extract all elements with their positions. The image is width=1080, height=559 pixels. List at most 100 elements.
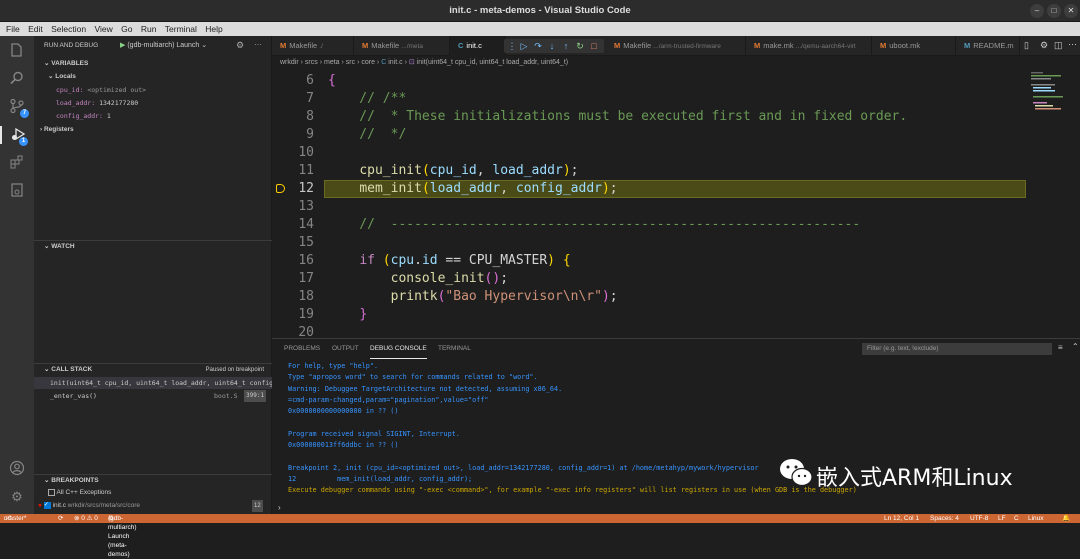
tab-readme[interactable]: M README.m [956,36,1020,56]
problems-indicator[interactable]: ⊗ 0 ⚠ 0 [74,514,98,523]
tab-debug-console[interactable]: DEBUG CONSOLE [370,339,427,359]
minimize-button[interactable]: – [1030,4,1044,18]
code-line[interactable]: 14 // ----------------------------------… [272,216,1080,234]
drag-handle-icon[interactable]: ⋮ [506,39,518,53]
code-line[interactable]: 7 // /** [272,90,1080,108]
continue-icon[interactable]: ▷ [518,39,530,53]
menu-terminal[interactable]: Terminal [165,22,197,36]
sync-icon[interactable]: ⟳ [58,514,63,523]
variables-header[interactable]: ⌄ VARIABLES [34,58,272,70]
menu-go[interactable]: Go [121,22,132,36]
extensions-icon[interactable] [8,154,26,172]
launch-config-select[interactable]: ▶ (gdb-multiarch) Launch ⌄ [120,40,230,52]
remote-explorer-icon[interactable] [8,182,26,200]
close-button[interactable]: ✕ [1064,4,1078,18]
breadcrumb-item[interactable]: wrkdir [280,59,299,66]
menu-selection[interactable]: Selection [51,22,86,36]
menu-view[interactable]: View [94,22,112,36]
breakpoint-item[interactable]: ● ✓ init.c wrkdir/srcs/meta/src/core 12 [34,500,272,512]
tab-init-c[interactable]: Cinit.c [450,36,506,56]
menu-edit[interactable]: Edit [28,22,43,36]
code-line[interactable]: 16 if (cpu.id == CPU_MASTER) { [272,252,1080,270]
account-icon[interactable] [8,460,26,478]
step-over-icon[interactable]: ↷ [532,39,544,53]
code-line[interactable]: 17 console_init(); [272,270,1080,288]
breadcrumb-item[interactable]: init.c [388,59,402,66]
breadcrumb-item[interactable]: core [361,59,375,66]
checkbox[interactable] [48,488,55,496]
code-line[interactable]: 18 printk("Bao Hypervisor\n\r"); [272,288,1080,306]
step-into-icon[interactable]: ↓ [546,39,558,53]
indentation[interactable]: Spaces: 4 [930,514,959,523]
restart-icon[interactable]: ↻ [574,39,586,53]
checkbox-checked[interactable]: ✓ [43,501,51,509]
locals-scope[interactable]: ⌄ Locals [34,71,272,83]
tab-makefile-atf[interactable]: M Makefile .../arm-trusted-firmware [606,36,746,56]
variable-row[interactable]: load_addr: 1342177280 [34,97,272,109]
cursor-position[interactable]: Ln 12, Col 1 [884,514,919,523]
watch-header[interactable]: ⌄ WATCH [34,240,272,252]
variable-row[interactable]: cpu_id: <optimized out> [34,84,272,96]
explorer-icon[interactable] [8,42,26,60]
encoding[interactable]: UTF-8 [970,514,988,523]
debug-badge: 1 [19,137,28,146]
minimap[interactable] [1027,70,1080,130]
tab-makefile-meta[interactable]: M Makefile .../meta [354,36,450,56]
language-mode[interactable]: C [1014,514,1019,523]
stack-frame[interactable]: init(uint64_t cpu_id, uint64_t load_addr… [34,377,272,389]
tab-output[interactable]: OUTPUT [332,339,359,359]
menu-run[interactable]: Run [141,22,157,36]
notifications-icon[interactable]: 🔔 [1062,514,1070,523]
code-editor[interactable]: 6{7 // /** 8 // * These initializations m… [272,70,1080,338]
code-line[interactable]: 13 [272,198,1080,216]
more-icon[interactable]: ⋯ [1068,39,1077,50]
code-line[interactable]: 8 // * These initializations must be exe… [272,108,1080,126]
settings-gear-icon[interactable]: ⚙ [8,488,26,506]
console-line: Program received signal SIGINT, Interrup… [288,429,460,438]
breakpoints-header[interactable]: ⌄ BREAKPOINTS [34,474,272,486]
console-filter-input[interactable]: Filter (e.g. text, !exclude) [862,343,1052,355]
os-indicator[interactable]: Linux [1028,514,1044,523]
source-control-icon[interactable]: 7 [8,98,29,118]
gear-icon[interactable]: ⚙ [1040,40,1048,51]
code-line[interactable]: 10 [272,144,1080,162]
tab-terminal[interactable]: TERMINAL [438,339,471,359]
menu-help[interactable]: Help [205,22,222,36]
clear-console-icon[interactable]: ≡ [1058,343,1063,352]
code-line[interactable]: 12 mem_init(load_addr, config_addr); [272,180,1080,198]
stop-icon[interactable]: □ [588,39,600,53]
code-line[interactable]: 9 // */ [272,126,1080,144]
console-input-prompt[interactable]: › [278,503,281,512]
run-debug-icon[interactable]: 1 [0,126,34,146]
maximize-button[interactable]: □ [1047,4,1061,18]
stack-frame[interactable]: _enter_vas() boot.S 399:1 [34,390,272,402]
code-line[interactable]: 20 [272,324,1080,338]
breadcrumb-item[interactable]: init(uint64_t cpu_id, uint64_t load_addr… [417,59,568,66]
start-debug-icon[interactable]: ▶ [120,42,125,49]
tab-problems[interactable]: PROBLEMS [284,339,320,359]
menu-file[interactable]: File [6,22,20,36]
code-line[interactable]: 15 [272,234,1080,252]
code-line[interactable]: 6{ [272,72,1080,90]
split-editor-icon[interactable]: ▯ [1024,40,1029,51]
breadcrumb-item[interactable]: meta [324,59,340,66]
code-line[interactable]: 11 cpu_init(cpu_id, load_addr); [272,162,1080,180]
chevron-up-icon[interactable]: ⌃ [1072,342,1079,351]
call-stack-header[interactable]: ⌄ CALL STACK Paused on breakpoint [34,363,272,375]
registers-scope[interactable]: › Registers [34,124,272,136]
more-actions-icon[interactable]: ··· [254,40,262,49]
debug-settings-icon[interactable]: ⚙ [236,40,244,51]
search-icon[interactable] [8,70,26,88]
line-ending[interactable]: LF [998,514,1006,523]
step-out-icon[interactable]: ↑ [560,39,572,53]
tab-make-mk[interactable]: Mmake.mk .../qemu-aarch64-virt [746,36,872,56]
breadcrumb-item[interactable]: src [346,59,355,66]
code-line[interactable]: 19 } [272,306,1080,324]
tab-makefile-root[interactable]: M Makefile ./ [272,36,354,56]
breakpoint-item[interactable]: All C++ Exceptions [34,487,272,499]
variable-row[interactable]: config_addr: 1 [34,110,272,122]
tab-uboot-mk[interactable]: Muboot.mk [872,36,956,56]
breadcrumb: wrkdir › srcs › meta › src › core › C in… [280,59,569,66]
split-icon[interactable]: ◫ [1054,40,1063,51]
breadcrumb-item[interactable]: srcs [305,59,318,66]
